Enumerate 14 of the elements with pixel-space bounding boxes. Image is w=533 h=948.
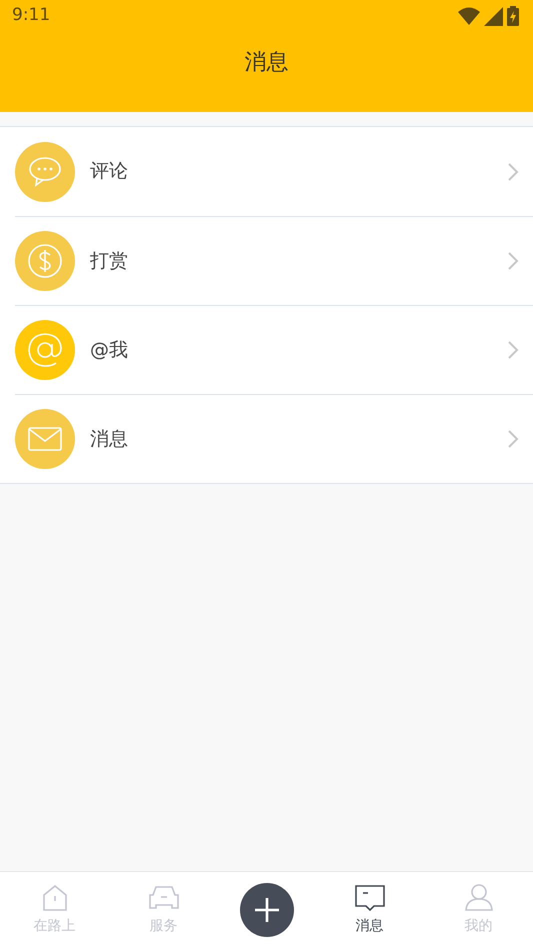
chevron-icon: [507, 251, 519, 271]
add-button[interactable]: [240, 883, 294, 937]
plus-icon: [252, 896, 280, 924]
user-icon: [462, 882, 494, 912]
chevron-icon: [507, 340, 519, 360]
battery-icon: [507, 6, 519, 26]
page-title: 消息: [244, 49, 290, 77]
wifi-icon: [458, 7, 480, 25]
status-time: 9:11: [12, 4, 50, 28]
chevron-icon: [507, 429, 519, 449]
signal-icon: [484, 6, 503, 26]
tab-bar-item[interactable]: 消息: [315, 872, 424, 948]
message-icon: [354, 882, 386, 912]
chevron-icon: [507, 162, 519, 182]
